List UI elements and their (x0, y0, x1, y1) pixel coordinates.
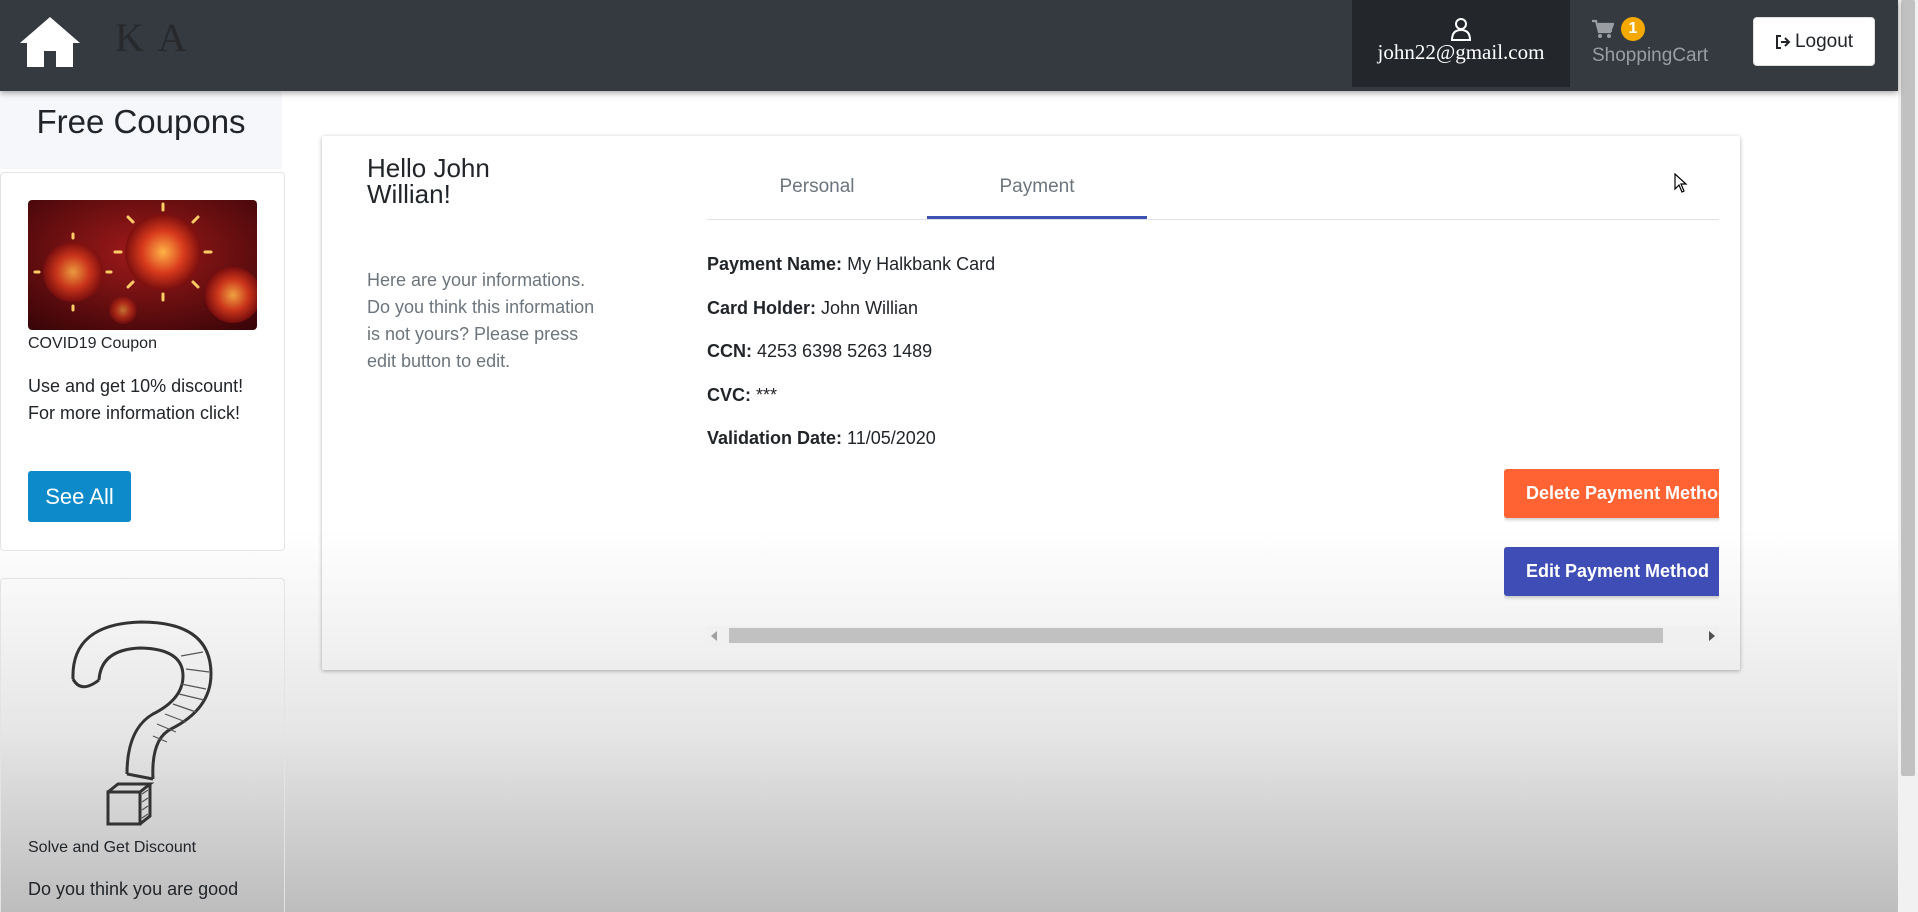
horizontal-scrollbar[interactable] (707, 626, 1719, 645)
sidebar-title: Free Coupons (0, 91, 282, 169)
cart-icon (1592, 19, 1614, 38)
question-mark-image (71, 620, 213, 826)
cvc-row: CVC: *** (707, 385, 995, 429)
profile-card: Hello John Willian! Here are your inform… (322, 136, 1740, 670)
see-all-button[interactable]: See All (28, 471, 131, 522)
greeting-heading: Hello John Willian! (367, 153, 490, 209)
covid-coupon-image (28, 200, 257, 330)
user-icon (1450, 18, 1472, 41)
payment-name-label: Payment Name: (707, 254, 843, 274)
shopping-cart-link[interactable]: 1 ShoppingCart (1592, 14, 1722, 74)
scroll-right-arrow-icon[interactable] (1709, 631, 1715, 641)
profile-tabs: Personal Payment (707, 136, 1719, 220)
card-holder-value: John Willian (821, 297, 919, 318)
scroll-left-arrow-icon[interactable] (711, 631, 717, 641)
logout-label: Logout (1794, 30, 1854, 52)
validation-date-value: 11/05/2020 (847, 428, 936, 448)
user-email: john22@gmail.com (1377, 40, 1545, 64)
card-holder-label: Card Holder: (707, 297, 817, 318)
brand-logo[interactable]: K A (115, 14, 190, 61)
cvc-value: *** (756, 384, 778, 405)
page-scroll-thumb[interactable] (1901, 0, 1915, 776)
active-tab-indicator (927, 216, 1147, 219)
user-account[interactable]: john22@gmail.com (1352, 0, 1570, 87)
tab-personal[interactable]: Personal (707, 176, 927, 220)
delete-payment-button[interactable]: Delete Payment Method (1504, 469, 1719, 518)
coupon-caption: COVID19 Coupon (28, 335, 157, 352)
horizontal-scroll-thumb[interactable] (729, 628, 1663, 643)
ccn-value: 4253 6398 5263 1489 (757, 341, 933, 361)
coupon-description: Use and get 10% discount! For more infor… (28, 376, 244, 423)
cvc-label: CVC: (707, 384, 751, 405)
payment-actions: Delete Payment Method Edit Payment Metho… (1504, 469, 1719, 609)
ccn-label: CCN: (707, 341, 752, 361)
page-scrollbar[interactable] (1898, 0, 1918, 912)
cart-count-badge: 1 (1621, 17, 1645, 41)
payment-name-row: Payment Name: My Halkbank Card (707, 254, 995, 298)
puzzle-description: Do you think you are good (28, 879, 239, 899)
tab-payment[interactable]: Payment (927, 176, 1147, 220)
validation-date-label: Validation Date: (707, 428, 843, 448)
top-navbar: K A john22@gmail.com 1 ShoppingCart Logo… (0, 0, 1898, 91)
sign-out-icon (1775, 34, 1791, 49)
payment-name-value: My Halkbank Card (847, 254, 996, 274)
card-holder-row: Card Holder: John Willian (707, 298, 995, 342)
mouse-cursor-icon (1674, 173, 1688, 193)
payment-details: Payment Name: My Halkbank Card Card Hold… (707, 254, 995, 472)
puzzle-card: Solve and Get Discount Do you think you … (0, 578, 285, 912)
validation-date-row: Validation Date: 11/05/2020 (707, 428, 995, 472)
coupon-card: COVID19 Coupon Use and get 10% discount!… (0, 172, 285, 551)
puzzle-caption: Solve and Get Discount (28, 839, 197, 856)
edit-payment-button[interactable]: Edit Payment Method (1504, 547, 1719, 596)
logout-button[interactable]: Logout (1753, 17, 1875, 66)
ccn-row: CCN: 4253 6398 5263 1489 (707, 341, 995, 385)
cart-label: ShoppingCart (1592, 45, 1709, 66)
home-icon[interactable] (18, 15, 82, 69)
info-text: Here are your informations. Do you think… (367, 270, 595, 371)
